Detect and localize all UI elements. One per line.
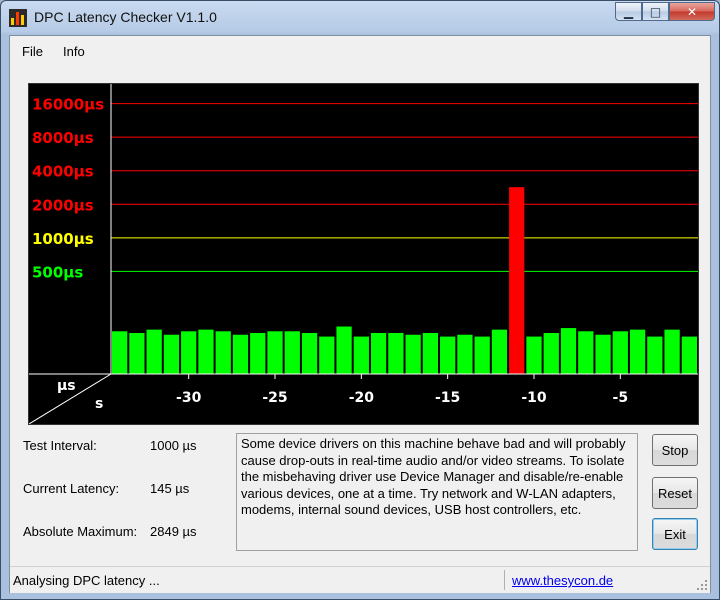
stop-button[interactable]: Stop [652,434,698,466]
x-tick-label: -15 [435,390,460,406]
current-latency-value: 145 µs [150,481,190,496]
latency-bar [543,332,559,374]
app-icon [9,9,27,27]
menu-info[interactable]: Info [63,44,85,59]
latency-bar [284,331,300,374]
diagnosis-message: Some device drivers on this machine beha… [236,433,638,551]
latency-bar [232,334,249,374]
app-window: DPC Latency Checker V1.1.0 ▁ □ ✕ File In… [0,0,720,600]
latency-bar [353,336,369,374]
latency-bar [301,332,318,374]
latency-bar [612,331,628,374]
latency-bar [112,331,128,374]
latency-bar [474,336,490,374]
menu-bar: File Info [10,36,710,66]
status-bar: Analysing DPC latency ... www.thesycon.d… [10,566,710,593]
latency-bar [267,331,283,374]
y-tick-label: 16000µs [32,96,104,114]
latency-bar [664,329,680,374]
absolute-maximum-value: 2849 µs [150,524,197,539]
menu-file[interactable]: File [22,44,43,59]
x-tick-label: -20 [349,390,375,406]
latency-chart: 16000µs 8000µs 4000µs 2000µs 1000µs 500µs µs s -… [28,83,699,425]
latency-chart-svg: 16000µs 8000µs 4000µs 2000µs 1000µs 500µs µs s -… [29,84,698,424]
y-tick-label: 2000µs [32,196,94,214]
x-tick-label: -30 [176,390,202,406]
latency-bar [163,334,180,374]
absolute-maximum-label: Absolute Maximum: [23,524,138,539]
client-area: File Info 16000µs 8000µs 4000µs 2000µs 1000µ… [9,35,711,593]
test-interval-label: Test Interval: [23,438,97,453]
exit-button[interactable]: Exit [652,518,698,550]
latency-bar [336,326,352,374]
latency-bar [647,336,663,374]
latency-bar [388,332,404,374]
latency-bar [560,328,577,374]
minimize-icon: ▁ [623,4,634,19]
latency-bar [629,329,646,374]
x-unit-label: s [95,396,103,412]
latency-bar [509,187,525,374]
y-tick-label: 1000µs [32,230,94,248]
title-bar[interactable]: DPC Latency Checker V1.1.0 ▁ □ ✕ [1,1,719,35]
window-title: DPC Latency Checker V1.1.0 [34,9,217,25]
current-latency-label: Current Latency: [23,481,120,496]
latency-bar [319,336,335,374]
x-tick-label: -10 [521,390,547,406]
latency-bar [491,329,508,374]
y-tick-label: 8000µs [32,129,94,147]
close-icon: ✕ [686,4,698,19]
y-unit-label: µs [57,378,76,394]
test-interval-value: 1000 µs [150,438,197,453]
latency-bar [129,332,145,374]
maximize-icon: □ [649,4,662,19]
latency-bar [578,331,594,374]
latency-bar [526,336,542,374]
latency-bar [250,332,266,374]
latency-bar [422,332,439,374]
status-text: Analysing DPC latency ... [13,573,160,588]
resize-grip-icon[interactable] [696,579,708,591]
latency-bar [595,334,611,374]
website-link[interactable]: www.thesycon.de [512,573,613,588]
status-separator [504,570,505,590]
latency-bar [457,334,473,374]
latency-bar [146,329,162,374]
latency-bar [370,332,387,374]
latency-bar [215,331,231,374]
minimize-button[interactable]: ▁ [615,2,642,21]
y-tick-label: 4000µs [32,163,94,181]
y-tick-label: 500µs [32,263,83,281]
latency-bar [440,336,456,374]
latency-bar [405,334,421,374]
reset-button[interactable]: Reset [652,477,698,509]
latency-bar [681,336,697,374]
maximize-button[interactable]: □ [642,2,669,21]
latency-bar [181,331,197,374]
x-tick-label: -25 [262,390,287,406]
latency-bar [198,329,214,374]
close-button[interactable]: ✕ [669,2,715,21]
x-tick-label: -5 [613,390,629,406]
